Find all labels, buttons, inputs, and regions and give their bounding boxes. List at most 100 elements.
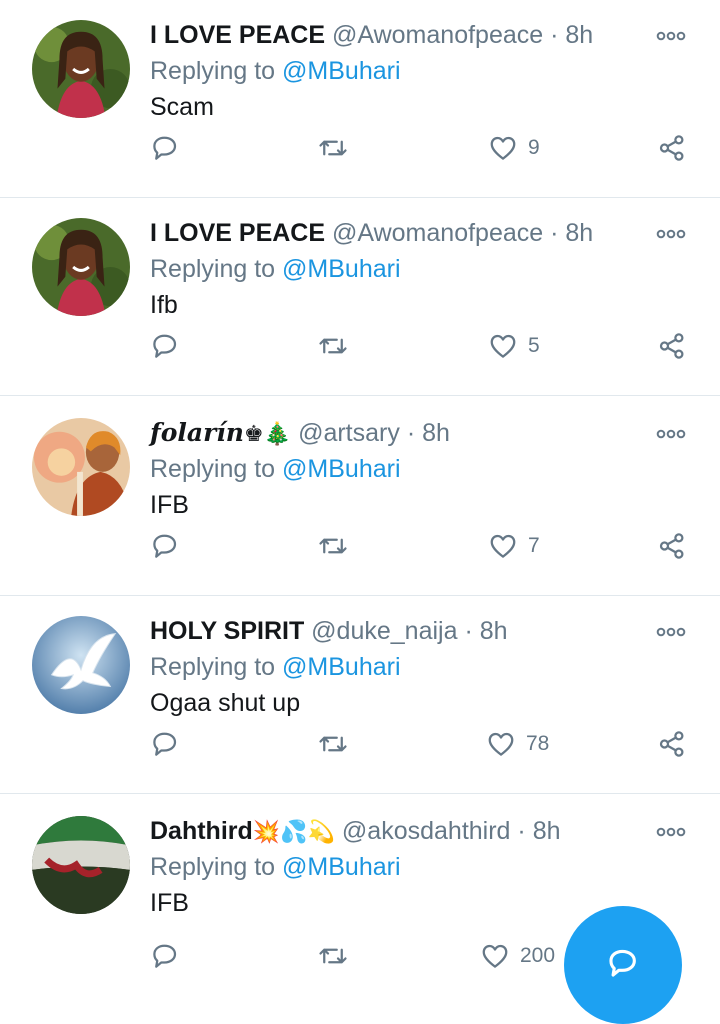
heart-icon xyxy=(490,136,516,160)
more-options-icon[interactable] xyxy=(656,30,686,42)
timestamp[interactable]: 8h xyxy=(565,219,593,247)
timestamp[interactable]: 8h xyxy=(565,21,593,49)
reply-icon xyxy=(153,334,177,358)
replying-prefix: Replying to xyxy=(150,853,276,881)
tweet-item[interactable]: HOLY SPIRIT @duke_naija · 8h Replying to… xyxy=(0,596,720,794)
display-name[interactable]: I LOVE PEACE xyxy=(150,219,325,247)
tweet-header: HOLY SPIRIT @duke_naija · 8h xyxy=(150,614,650,648)
replying-to: Replying to @MBuhari xyxy=(150,452,401,486)
share-icon xyxy=(659,333,684,359)
replying-prefix: Replying to xyxy=(150,57,276,85)
tweet-item[interactable]: I LOVE PEACE @Awomanofpeace · 8h Replyin… xyxy=(0,0,720,198)
user-handle[interactable]: @Awomanofpeace xyxy=(332,219,543,247)
heart-icon xyxy=(490,534,516,558)
heart-icon xyxy=(482,944,508,968)
like-count: 9 xyxy=(528,136,540,159)
reply-icon xyxy=(153,944,177,968)
user-handle[interactable]: @duke_naija xyxy=(311,617,457,645)
like-count: 5 xyxy=(528,334,540,357)
compose-button[interactable] xyxy=(564,906,682,1024)
separator-dot: · xyxy=(406,419,416,447)
timestamp[interactable]: 8h xyxy=(480,617,508,645)
like-button[interactable]: 200 xyxy=(480,936,555,976)
tweet-header: I LOVE PEACE @Awomanofpeace · 8h xyxy=(150,18,650,52)
reply-icon xyxy=(153,534,177,558)
like-button[interactable]: 7 xyxy=(488,526,540,566)
tweet-actions: 78 xyxy=(0,724,720,764)
tweet-text: IFB xyxy=(150,889,189,917)
share-button[interactable] xyxy=(657,326,687,366)
share-icon xyxy=(659,533,684,559)
retweet-button[interactable] xyxy=(318,526,348,566)
like-button[interactable]: 5 xyxy=(488,326,540,366)
more-options-icon[interactable] xyxy=(656,228,686,240)
timestamp[interactable]: 8h xyxy=(422,419,450,447)
display-name[interactable]: HOLY SPIRIT xyxy=(150,617,304,645)
reply-button[interactable] xyxy=(150,936,180,976)
reply-button[interactable] xyxy=(150,326,180,366)
separator-dot: · xyxy=(550,219,559,247)
user-handle[interactable]: @Awomanofpeace xyxy=(332,21,543,49)
share-button[interactable] xyxy=(657,724,687,764)
mention-link[interactable]: @MBuhari xyxy=(282,255,400,283)
tweet-actions: 9 xyxy=(0,128,720,168)
more-options-icon[interactable] xyxy=(656,626,686,638)
tweet-text: Ifb xyxy=(150,291,178,319)
display-name[interactable]: Dahthird xyxy=(150,817,253,845)
avatar[interactable] xyxy=(32,616,130,714)
avatar[interactable] xyxy=(32,816,130,914)
mention-link[interactable]: @MBuhari xyxy=(282,57,400,85)
like-count: 7 xyxy=(528,534,540,557)
mention-link[interactable]: @MBuhari xyxy=(282,853,400,881)
like-button[interactable]: 78 xyxy=(486,724,549,764)
tweet-text: Ogaa shut up xyxy=(150,689,301,717)
heart-icon xyxy=(490,334,516,358)
more-options-icon[interactable] xyxy=(656,428,686,440)
user-handle[interactable]: @artsary xyxy=(298,419,400,447)
tweet-actions: 5 xyxy=(0,326,720,366)
like-count: 78 xyxy=(526,732,550,755)
name-badges: 💥💦💫 xyxy=(252,819,335,844)
like-button[interactable]: 9 xyxy=(488,128,540,168)
timestamp[interactable]: 8h xyxy=(533,817,561,845)
replying-to: Replying to @MBuhari xyxy=(150,650,401,684)
tweet-item[interactable]: I LOVE PEACE @Awomanofpeace · 8h Replyin… xyxy=(0,198,720,396)
replying-prefix: Replying to xyxy=(150,653,276,681)
retweet-button[interactable] xyxy=(318,724,348,764)
tweet-item[interactable]: folarín♚🎄 @artsary · 8h Replying to @MBu… xyxy=(0,398,720,596)
replying-prefix: Replying to xyxy=(150,455,276,483)
avatar[interactable] xyxy=(32,418,130,516)
avatar[interactable] xyxy=(32,218,130,316)
reply-button[interactable] xyxy=(150,128,180,168)
share-button[interactable] xyxy=(657,526,687,566)
tweet-header: Dahthird💥💦💫 @akosdahthird · 8h xyxy=(150,814,650,848)
retweet-icon xyxy=(319,736,347,752)
name-badges: ♚🎄 xyxy=(243,421,292,446)
replying-prefix: Replying to xyxy=(150,255,276,283)
retweet-button[interactable] xyxy=(318,936,348,976)
display-name[interactable]: folarín xyxy=(150,418,244,447)
like-count: 200 xyxy=(520,944,556,967)
retweet-button[interactable] xyxy=(318,128,348,168)
reply-button[interactable] xyxy=(150,526,180,566)
display-name[interactable]: I LOVE PEACE xyxy=(150,21,325,49)
more-options-icon[interactable] xyxy=(656,826,686,838)
share-icon xyxy=(659,731,684,757)
retweet-button[interactable] xyxy=(318,326,348,366)
share-icon xyxy=(659,135,684,161)
tweet-text: IFB xyxy=(150,491,189,519)
tweet-actions: 7 xyxy=(0,526,720,566)
retweet-icon xyxy=(319,538,347,554)
avatar[interactable] xyxy=(32,20,130,118)
reply-icon xyxy=(153,136,177,160)
reply-button[interactable] xyxy=(150,724,180,764)
reply-icon xyxy=(153,732,177,756)
separator-dot: · xyxy=(550,21,559,49)
user-handle[interactable]: @akosdahthird xyxy=(342,817,511,845)
mention-link[interactable]: @MBuhari xyxy=(282,653,400,681)
share-button[interactable] xyxy=(657,128,687,168)
compose-icon xyxy=(609,949,636,977)
separator-dot: · xyxy=(464,617,473,645)
replying-to: Replying to @MBuhari xyxy=(150,252,401,286)
mention-link[interactable]: @MBuhari xyxy=(282,455,400,483)
